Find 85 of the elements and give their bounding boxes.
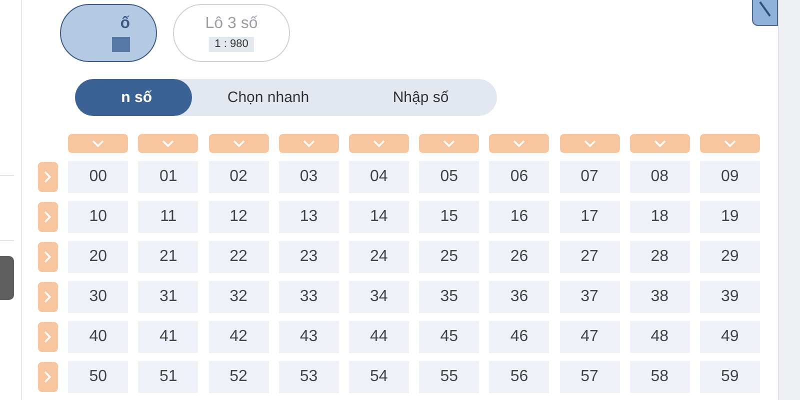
column-select-button[interactable]: [68, 134, 128, 153]
column-select-button[interactable]: [630, 134, 690, 153]
number-option[interactable]: 03: [278, 161, 339, 193]
column-select-button[interactable]: [278, 134, 339, 153]
number-option[interactable]: 32: [208, 281, 269, 313]
number-option[interactable]: 58: [630, 361, 690, 393]
number-option[interactable]: 40: [68, 321, 128, 353]
number-option[interactable]: 11: [138, 201, 198, 233]
number-option[interactable]: 02: [208, 161, 269, 193]
number-option[interactable]: 25: [419, 241, 480, 273]
number-option[interactable]: 26: [489, 241, 550, 273]
number-option[interactable]: 23: [278, 241, 339, 273]
number-option[interactable]: 04: [348, 161, 409, 193]
number-option[interactable]: 00: [68, 161, 128, 193]
number-option[interactable]: 49: [700, 321, 760, 353]
column-select-button[interactable]: [208, 134, 269, 153]
number-option[interactable]: 41: [138, 321, 198, 353]
number-option[interactable]: 27: [560, 241, 620, 273]
number-option[interactable]: 24: [348, 241, 409, 273]
number-option[interactable]: 39: [700, 281, 760, 313]
number-option[interactable]: 28: [630, 241, 690, 273]
number-option[interactable]: 56: [489, 361, 550, 393]
column-select-button[interactable]: [489, 134, 550, 153]
number-option[interactable]: 47: [560, 321, 620, 353]
number-option[interactable]: 09: [700, 161, 760, 193]
tab[interactable]: n số: [75, 79, 192, 116]
number-option[interactable]: 01: [138, 161, 198, 193]
number-option[interactable]: 14: [348, 201, 409, 233]
tab[interactable]: Chọn nhanh: [192, 79, 344, 116]
number-option[interactable]: 34: [348, 281, 409, 313]
toggle-button[interactable]: [752, 0, 778, 26]
number-option[interactable]: 13: [278, 201, 339, 233]
number-option[interactable]: 38: [630, 281, 690, 313]
number-option[interactable]: 21: [138, 241, 198, 273]
number-option[interactable]: 05: [419, 161, 480, 193]
row-select-button[interactable]: [38, 202, 58, 232]
number-option[interactable]: 51: [138, 361, 198, 393]
number-option[interactable]: 08: [630, 161, 690, 193]
number-option[interactable]: 29: [700, 241, 760, 273]
number-option[interactable]: 50: [68, 361, 128, 393]
number-option[interactable]: 12: [208, 201, 269, 233]
number-option[interactable]: 46: [489, 321, 550, 353]
number-option[interactable]: 54: [348, 361, 409, 393]
number-option[interactable]: 10: [68, 201, 128, 233]
number-option[interactable]: 16: [489, 201, 550, 233]
scrollbar[interactable]: [778, 0, 800, 400]
bet-type-button[interactable]: Lô 3 số 1 : 980: [173, 4, 290, 62]
row-select-button[interactable]: [38, 162, 58, 192]
number-option[interactable]: 15: [419, 201, 480, 233]
number-option[interactable]: 07: [560, 161, 620, 193]
side-handle[interactable]: [0, 256, 14, 300]
number-option[interactable]: 53: [278, 361, 339, 393]
number-option[interactable]: 55: [419, 361, 480, 393]
number-option[interactable]: 57: [560, 361, 620, 393]
column-select-button[interactable]: [560, 134, 620, 153]
number-option[interactable]: 17: [560, 201, 620, 233]
number-option[interactable]: 43: [278, 321, 339, 353]
row-select-button[interactable]: [38, 322, 58, 352]
number-option[interactable]: 33: [278, 281, 339, 313]
column-select-button[interactable]: [700, 134, 760, 153]
column-select-button[interactable]: [419, 134, 480, 153]
number-option[interactable]: 20: [68, 241, 128, 273]
number-option[interactable]: 44: [348, 321, 409, 353]
number-option[interactable]: 36: [489, 281, 550, 313]
number-option[interactable]: 19: [700, 201, 760, 233]
number-option[interactable]: 18: [630, 201, 690, 233]
number-option[interactable]: 06: [489, 161, 550, 193]
row-select-button[interactable]: [38, 282, 58, 312]
number-option[interactable]: 30: [68, 281, 128, 313]
number-option[interactable]: 37: [560, 281, 620, 313]
row-select-button[interactable]: [38, 242, 58, 272]
number-option[interactable]: 42: [208, 321, 269, 353]
column-select-button[interactable]: [138, 134, 198, 153]
number-option[interactable]: 22: [208, 241, 269, 273]
row-select-button[interactable]: [38, 362, 58, 392]
column-select-button[interactable]: [348, 134, 409, 153]
number-option[interactable]: 59: [700, 361, 760, 393]
number-option[interactable]: 35: [419, 281, 480, 313]
number-option[interactable]: 31: [138, 281, 198, 313]
number-option[interactable]: 52: [208, 361, 269, 393]
bet-type-button[interactable]: ố: [60, 4, 157, 62]
number-option[interactable]: 45: [419, 321, 480, 353]
slash-icon: [759, 1, 771, 17]
number-option[interactable]: 48: [630, 321, 690, 353]
tab[interactable]: Nhập số: [344, 79, 497, 116]
